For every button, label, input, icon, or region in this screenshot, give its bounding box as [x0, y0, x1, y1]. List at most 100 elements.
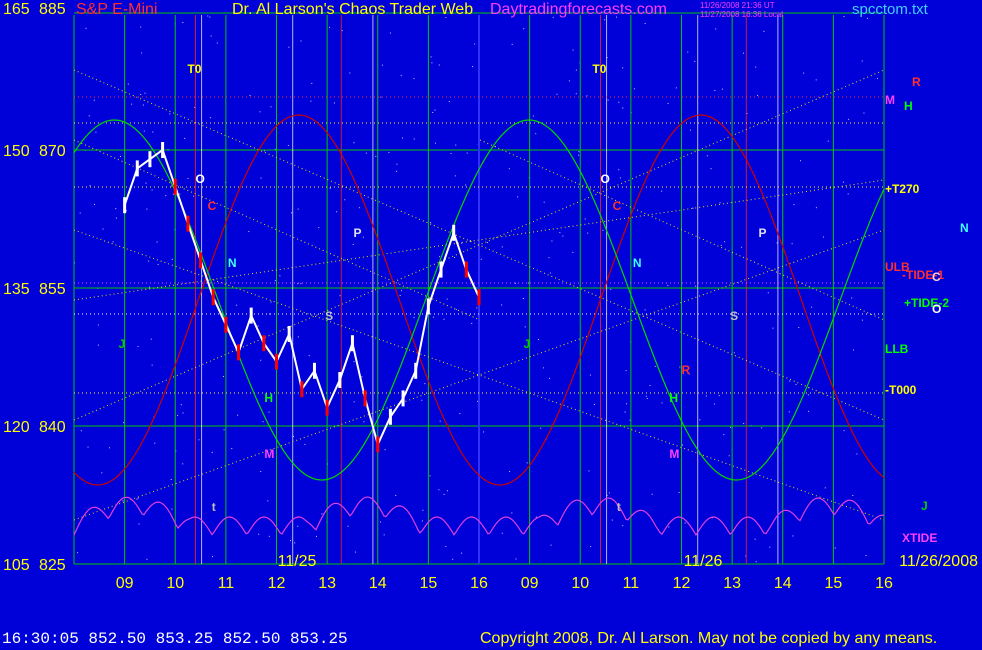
background-dot [754, 538, 756, 540]
background-dot [852, 349, 854, 351]
background-dot [434, 142, 436, 144]
background-dot [274, 280, 276, 282]
price-bar [363, 390, 367, 407]
background-dot [279, 275, 281, 277]
background-dot [624, 411, 626, 413]
background-dot [157, 263, 159, 265]
right-axis-tick: 870 [39, 143, 66, 160]
background-dot [699, 419, 701, 421]
background-dot [344, 199, 346, 201]
background-dot [626, 403, 628, 405]
background-dot [588, 470, 590, 472]
background-dot [268, 313, 270, 315]
background-dot [310, 100, 312, 102]
event-label: M [264, 447, 274, 461]
background-dot [578, 151, 580, 153]
background-dot [353, 142, 355, 144]
background-dot [719, 202, 721, 204]
background-dot [300, 40, 302, 42]
price-bar [414, 362, 418, 379]
background-dot [540, 427, 542, 429]
left-axis-tick: 135 [3, 281, 30, 298]
background-dot [89, 185, 91, 187]
background-dot [171, 185, 173, 187]
event-label: S [730, 309, 738, 323]
right-level-label: XTIDE [902, 531, 937, 545]
price-bar [426, 298, 430, 315]
price-bar [464, 261, 468, 278]
price-bar [211, 289, 215, 306]
chart-window: T0 O C N P S J H Mt T0 O C N P S J H M Rt R M H +T270 N ULB -TIDE… [0, 0, 982, 650]
background-dot [222, 376, 224, 378]
background-dot [842, 181, 844, 183]
background-dot [151, 189, 153, 191]
background-dot [575, 69, 577, 71]
background-dot [651, 493, 653, 495]
background-dot [517, 196, 519, 198]
background-dot [141, 52, 143, 54]
background-dot [654, 365, 656, 367]
background-dot [551, 240, 553, 242]
background-dot [169, 113, 171, 115]
background-dot [538, 339, 540, 341]
background-dot [258, 533, 260, 535]
price-bar [312, 362, 316, 379]
background-dot [389, 32, 391, 34]
background-dot [184, 137, 186, 139]
background-dot [94, 203, 96, 205]
background-dot [290, 540, 292, 542]
background-dot [559, 232, 561, 234]
background-dot [231, 447, 233, 449]
background-dot [267, 500, 269, 502]
background-dot [209, 117, 211, 119]
background-dot [483, 431, 485, 433]
background-dot [461, 552, 463, 554]
background-dot [856, 453, 858, 455]
background-dot [689, 129, 691, 131]
background-dot [329, 26, 331, 28]
date-label: 11/25 [278, 553, 317, 570]
price-bar [237, 344, 241, 361]
event-label: T0 [187, 62, 201, 76]
background-dot [115, 208, 117, 210]
background-dot [101, 472, 103, 474]
background-dot [262, 421, 264, 423]
event-label: S [325, 309, 333, 323]
background-dot [249, 94, 251, 96]
background-dot [431, 62, 433, 64]
event-label: J [119, 337, 126, 351]
background-dot [526, 462, 528, 464]
chart-title: Dr. Al Larson's Chaos Trader Web [232, 1, 474, 18]
background-dot [459, 413, 461, 415]
background-dot [445, 545, 447, 547]
background-dot [150, 338, 152, 340]
background-dot [146, 208, 148, 210]
background-dot [619, 177, 621, 179]
background-dot [799, 160, 801, 162]
background-dot [177, 414, 179, 416]
background-dot [728, 455, 730, 457]
left-axis-tick: 120 [3, 419, 30, 436]
background-dot [362, 236, 364, 238]
background-dot [318, 227, 320, 229]
background-dot [798, 327, 800, 329]
background-dot [471, 322, 473, 324]
background-dot [610, 288, 612, 290]
background-dot [477, 400, 479, 402]
background-dot [668, 526, 670, 528]
x-axis-tick: 11 [623, 575, 640, 592]
background-dot [675, 87, 677, 89]
background-dot [575, 93, 577, 95]
background-dot [421, 399, 423, 401]
background-dot [439, 420, 441, 422]
background-dot [395, 495, 397, 497]
background-dot [661, 402, 663, 404]
background-dot [341, 30, 343, 32]
background-dot [268, 535, 270, 537]
background-dot [237, 414, 239, 416]
background-dot [138, 523, 140, 525]
background-dot [143, 130, 145, 132]
background-dot [209, 16, 211, 18]
background-dot [363, 421, 365, 423]
date-label: 11/26 [684, 553, 723, 570]
